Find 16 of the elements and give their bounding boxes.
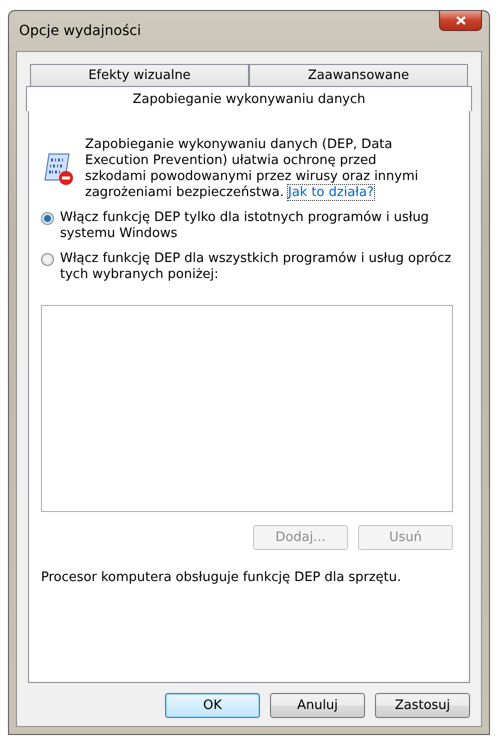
tab[interactable]: Zapobieganie wykonywaniu danych	[26, 86, 472, 111]
dialog-button[interactable]: OK	[165, 693, 260, 718]
status-text: Procesor komputera obsługuje funkcję DEP dla sprzętu.	[41, 570, 402, 585]
close-icon	[456, 16, 466, 25]
dialog-button[interactable]: Anuluj	[270, 693, 365, 718]
radio-label: Włącz funkcję DEP tylko dla istotnych programów i usług systemu Windows	[60, 210, 430, 242]
description-text: Zapobieganie wykonywaniu danych (DEP, Data Execution Prevention) ułatwia ochronę przed szkodami powodowanymi przez wirusy oraz innymi zagrożeniami bezpieczeństwa. Jak to działa?	[85, 137, 420, 201]
radio-button[interactable]	[41, 253, 54, 266]
radio-button[interactable]	[41, 212, 54, 225]
dialog-button[interactable]: Zastosuj	[375, 693, 470, 718]
window-title: Opcje wydajności	[18, 22, 141, 39]
help-link[interactable]: Jak to działa?	[288, 185, 374, 200]
tab[interactable]: Zaawansowane	[249, 64, 468, 86]
tab[interactable]: Efekty wizualne	[30, 64, 249, 86]
radio-label: Włącz funkcję DEP dla wszystkich programów i usług oprócz tych wybranych poniżej:	[60, 251, 452, 283]
close-button[interactable]	[439, 11, 482, 31]
